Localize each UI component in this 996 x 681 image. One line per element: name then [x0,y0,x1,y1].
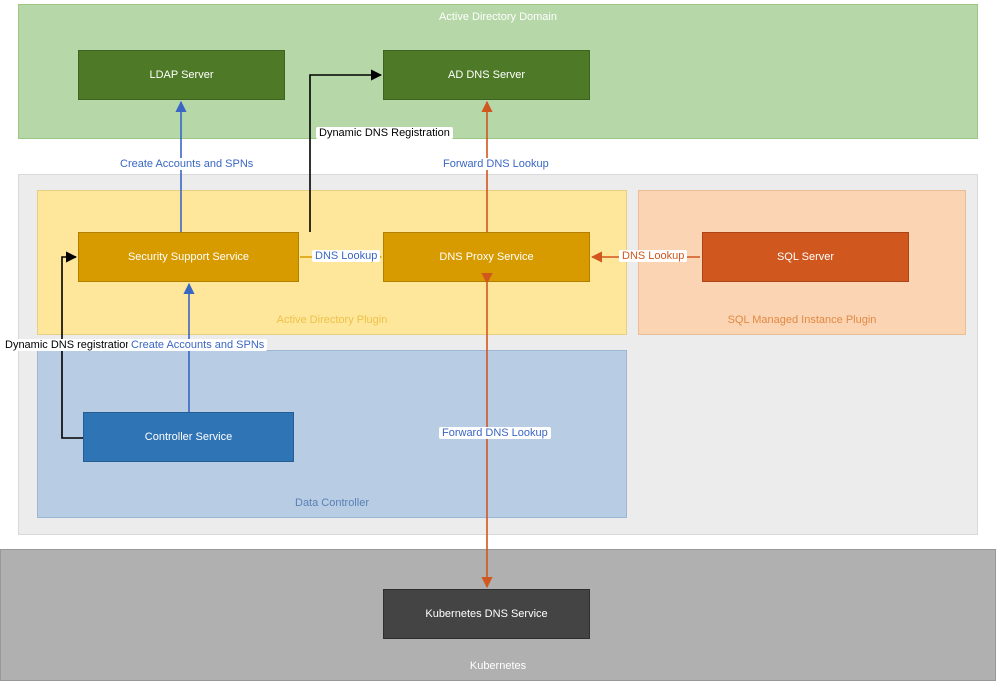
edge-label-dns-lookup-1: DNS Lookup [312,250,380,262]
edge-label-create-accounts-1: Create Accounts and SPNs [117,158,256,170]
edge-label-forward-dns-1: Forward DNS Lookup [440,158,552,170]
edge-label-create-accounts-2: Create Accounts and SPNs [128,339,267,351]
edge-label-dns-lookup-2: DNS Lookup [619,250,687,262]
edge-label-dynamic-dns-1: Dynamic DNS Registration [316,127,453,139]
edge-sss-to-addns [310,75,381,232]
edge-label-dynamic-dns-2: Dynamic DNS registration [2,339,135,351]
edge-label-forward-dns-2: Forward DNS Lookup [439,427,551,439]
